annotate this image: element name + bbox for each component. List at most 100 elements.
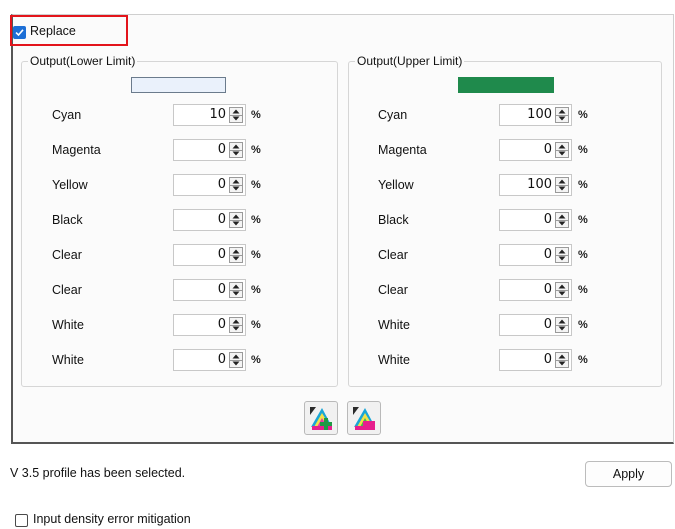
spinner-down-button[interactable] xyxy=(556,185,568,192)
triangle-down-icon xyxy=(232,291,240,296)
spinner-value[interactable]: 0 xyxy=(544,282,552,298)
spinner-value[interactable]: 0 xyxy=(218,247,226,263)
replace-label: Replace xyxy=(30,24,76,38)
lower-value-spinner[interactable]: 0 xyxy=(173,349,246,371)
upper-row-label: Cyan xyxy=(378,108,408,122)
spinner-down-button[interactable] xyxy=(230,360,242,367)
spinner-value[interactable]: 0 xyxy=(544,352,552,368)
lower-value-spinner[interactable]: 0 xyxy=(173,209,246,231)
spinner-down-button[interactable] xyxy=(556,220,568,227)
spinner-value[interactable]: 0 xyxy=(544,212,552,228)
spinner-value[interactable]: 0 xyxy=(544,142,552,158)
upper-color-swatch xyxy=(458,77,554,93)
triangle-up-icon xyxy=(232,284,240,289)
spinner-value[interactable]: 0 xyxy=(218,142,226,158)
spinner-value[interactable]: 0 xyxy=(218,177,226,193)
percent-unit: % xyxy=(251,319,261,331)
spinner-down-button[interactable] xyxy=(556,150,568,157)
spinner-value[interactable]: 0 xyxy=(218,212,226,228)
spinner-down-button[interactable] xyxy=(230,150,242,157)
triangle-up-icon xyxy=(232,214,240,219)
percent-unit: % xyxy=(578,354,588,366)
triangle-down-icon xyxy=(232,151,240,156)
spinner-down-button[interactable] xyxy=(230,325,242,332)
spinner-buttons[interactable] xyxy=(555,212,569,228)
triangle-up-icon xyxy=(558,354,566,359)
upper-row-label: White xyxy=(378,353,410,367)
spinner-value[interactable]: 100 xyxy=(527,107,552,123)
upper-value-spinner[interactable]: 0 xyxy=(499,314,572,336)
lower-row-label: Yellow xyxy=(52,178,88,192)
spinner-down-button[interactable] xyxy=(556,115,568,122)
upper-row-label: Yellow xyxy=(378,178,414,192)
spinner-buttons[interactable] xyxy=(555,282,569,298)
upper-value-spinner[interactable]: 100 xyxy=(499,174,572,196)
lower-value-spinner[interactable]: 10 xyxy=(173,104,246,126)
remove-color-button[interactable] xyxy=(347,401,381,435)
lower-value-spinner[interactable]: 0 xyxy=(173,314,246,336)
spinner-buttons[interactable] xyxy=(229,352,243,368)
percent-unit: % xyxy=(578,249,588,261)
spinner-down-button[interactable] xyxy=(230,115,242,122)
spinner-value[interactable]: 0 xyxy=(218,317,226,333)
triangle-down-icon xyxy=(232,326,240,331)
spinner-down-button[interactable] xyxy=(556,290,568,297)
spinner-buttons[interactable] xyxy=(555,107,569,123)
replace-checkbox[interactable] xyxy=(13,26,26,39)
lower-value-spinner[interactable]: 0 xyxy=(173,279,246,301)
spinner-buttons[interactable] xyxy=(555,352,569,368)
apply-button[interactable]: Apply xyxy=(585,461,672,487)
spinner-buttons[interactable] xyxy=(555,177,569,193)
spinner-buttons[interactable] xyxy=(229,317,243,333)
triangle-down-icon xyxy=(232,116,240,121)
upper-value-spinner[interactable]: 0 xyxy=(499,244,572,266)
spinner-buttons[interactable] xyxy=(555,247,569,263)
spinner-value[interactable]: 0 xyxy=(544,317,552,333)
upper-value-spinner[interactable]: 0 xyxy=(499,139,572,161)
spinner-down-button[interactable] xyxy=(556,325,568,332)
upper-value-spinner[interactable]: 0 xyxy=(499,279,572,301)
triangle-down-icon xyxy=(232,256,240,261)
spinner-down-button[interactable] xyxy=(230,185,242,192)
triangle-up-icon xyxy=(558,214,566,219)
spinner-down-button[interactable] xyxy=(230,220,242,227)
triangle-down-icon xyxy=(232,221,240,226)
upper-value-spinner[interactable]: 0 xyxy=(499,209,572,231)
lower-value-spinner[interactable]: 0 xyxy=(173,139,246,161)
spinner-down-button[interactable] xyxy=(230,290,242,297)
spinner-value[interactable]: 0 xyxy=(218,282,226,298)
upper-value-spinner[interactable]: 0 xyxy=(499,349,572,371)
triangle-up-icon xyxy=(232,319,240,324)
checkmark-icon xyxy=(15,29,24,37)
spinner-value[interactable]: 0 xyxy=(218,352,226,368)
percent-unit: % xyxy=(251,179,261,191)
status-message: V 3.5 profile has been selected. xyxy=(10,466,186,480)
spinner-buttons[interactable] xyxy=(229,282,243,298)
spinner-value[interactable]: 100 xyxy=(527,177,552,193)
spinner-down-button[interactable] xyxy=(556,255,568,262)
spinner-buttons[interactable] xyxy=(555,317,569,333)
spinner-buttons[interactable] xyxy=(229,247,243,263)
spinner-value[interactable]: 10 xyxy=(209,107,226,123)
spinner-down-button[interactable] xyxy=(556,360,568,367)
lower-row-label: Cyan xyxy=(52,108,82,122)
spinner-buttons[interactable] xyxy=(229,142,243,158)
triangle-up-icon xyxy=(558,319,566,324)
percent-unit: % xyxy=(578,109,588,121)
spinner-buttons[interactable] xyxy=(229,177,243,193)
triangle-down-icon xyxy=(558,186,566,191)
spinner-buttons[interactable] xyxy=(555,142,569,158)
spinner-value[interactable]: 0 xyxy=(544,247,552,263)
percent-unit: % xyxy=(251,144,261,156)
spinner-buttons[interactable] xyxy=(229,107,243,123)
lower-value-spinner[interactable]: 0 xyxy=(173,174,246,196)
add-color-button[interactable] xyxy=(304,401,338,435)
upper-value-spinner[interactable]: 100 xyxy=(499,104,572,126)
color-add-icon xyxy=(310,407,332,430)
lower-value-spinner[interactable]: 0 xyxy=(173,244,246,266)
spinner-buttons[interactable] xyxy=(229,212,243,228)
input-density-mitigation-checkbox[interactable] xyxy=(15,514,28,527)
percent-unit: % xyxy=(578,144,588,156)
spinner-down-button[interactable] xyxy=(230,255,242,262)
triangle-up-icon xyxy=(232,249,240,254)
